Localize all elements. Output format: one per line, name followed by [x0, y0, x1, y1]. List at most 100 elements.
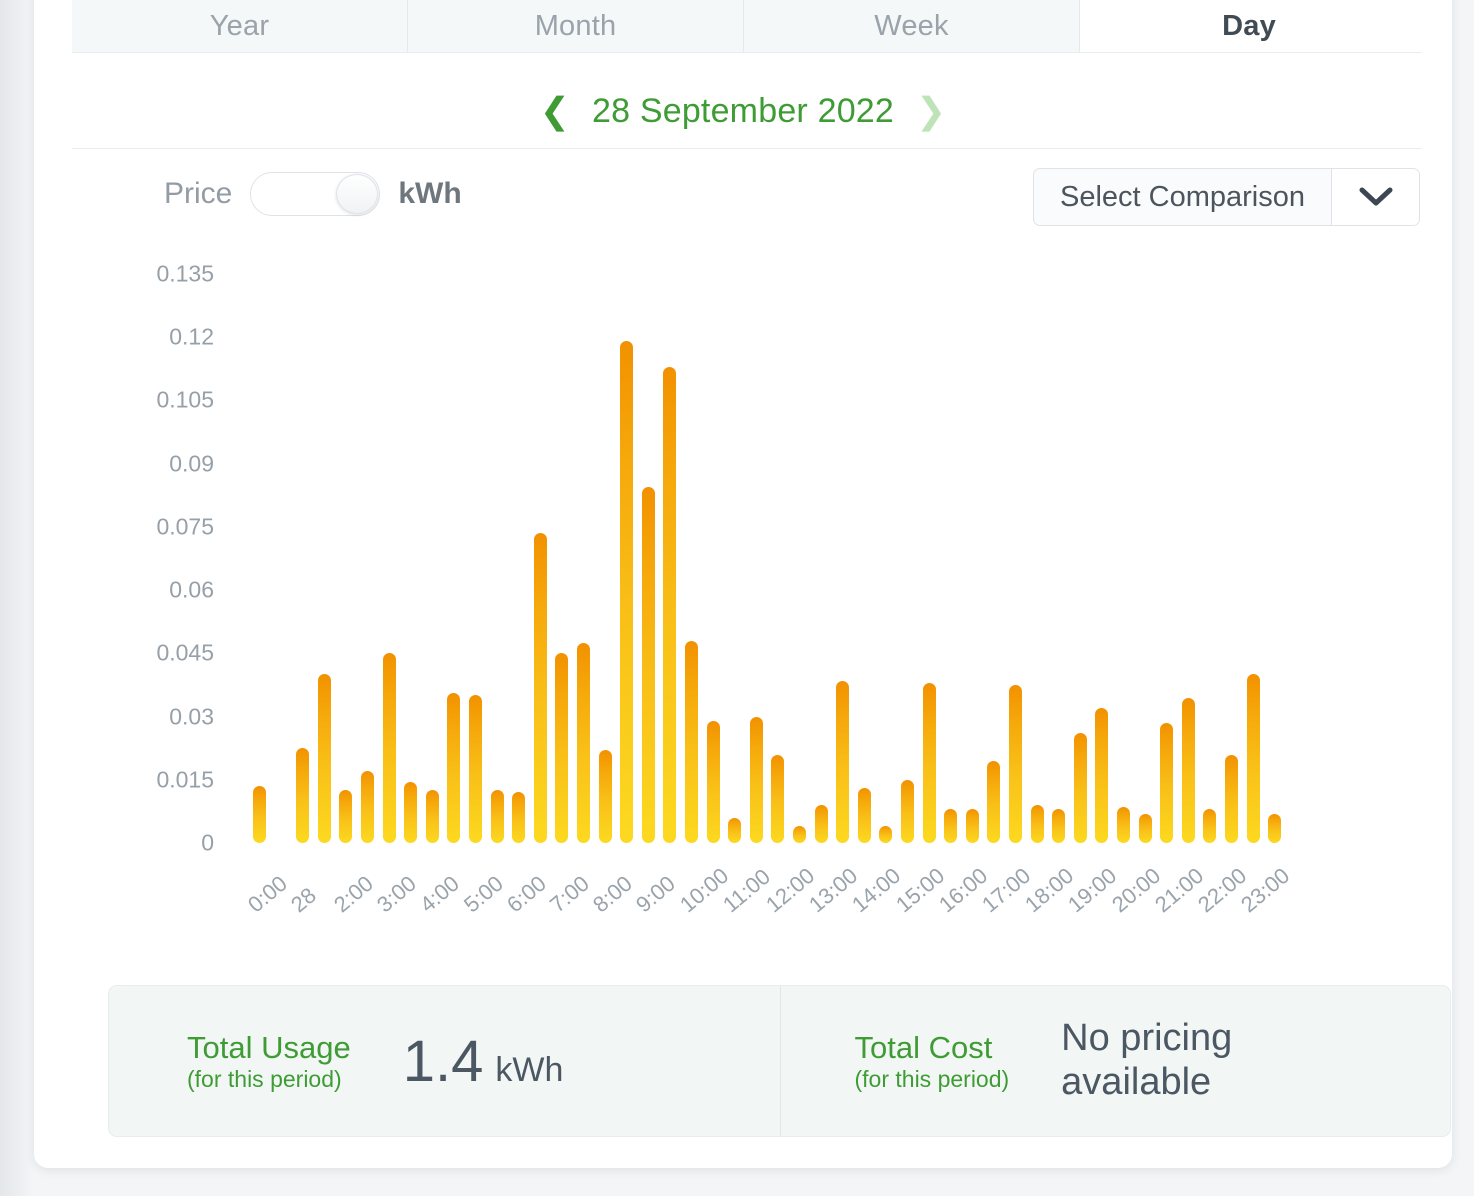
toggle-label-kwh: kWh [398, 177, 462, 210]
chart-bars [253, 274, 1313, 843]
chart-bar[interactable] [296, 748, 310, 843]
x-axis-tick: 17:00 [976, 862, 1036, 918]
y-axis-tick: 0.135 [156, 260, 214, 287]
chart-bar[interactable] [382, 653, 396, 843]
chart-bar[interactable] [879, 826, 893, 843]
x-axis-tick: 4:00 [415, 870, 465, 918]
total-usage-value: 1.4 [402, 1028, 484, 1094]
chart-x-axis: 0:00 28 2:00 3:00 4:00 5:00 6:00 7:00 8:00 9:00 10… [243, 850, 1353, 928]
chart-bar[interactable] [512, 792, 526, 843]
x-axis-tick: 11:00 [717, 863, 775, 918]
y-axis-tick: 0.09 [169, 450, 214, 477]
y-axis-tick: 0.015 [156, 766, 214, 793]
chart-bar[interactable] [922, 682, 936, 843]
tab-week[interactable]: Week [744, 0, 1080, 52]
chart-bar[interactable] [1030, 805, 1044, 843]
chart-controls: Price kWh Select Comparison [34, 168, 1452, 238]
x-axis-tick: 19:00 [1063, 862, 1122, 918]
total-usage-unit: kWh [495, 1050, 564, 1089]
chart-bar[interactable] [555, 653, 569, 843]
tab-month[interactable]: Month [408, 0, 744, 52]
y-axis-tick: 0.045 [156, 639, 214, 666]
x-axis-tick: 6:00 [501, 870, 551, 918]
chart-bar[interactable] [814, 805, 828, 843]
x-axis-tick: 16:00 [933, 862, 992, 918]
select-comparison-dropdown[interactable]: Select Comparison [1033, 168, 1420, 226]
chart-bar[interactable] [944, 809, 958, 843]
x-axis-tick: 14:00 [847, 862, 906, 918]
total-usage-caption: Total Usage (for this period) [187, 1030, 351, 1092]
chart-bar[interactable] [339, 790, 353, 843]
chart-bar[interactable] [1052, 809, 1066, 843]
chart-bar[interactable] [749, 716, 763, 843]
chart-bar[interactable] [490, 790, 504, 843]
chart-bar[interactable] [404, 781, 418, 843]
x-axis-tick: 12:00 [760, 862, 820, 918]
chevron-right-icon[interactable]: ❯ [916, 93, 946, 129]
chart-bar[interactable] [793, 826, 806, 843]
switch-knob [336, 174, 379, 214]
total-usage-value-group: 1.4 kWh [403, 1028, 564, 1095]
chart-bar[interactable] [1138, 813, 1152, 843]
tab-year[interactable]: Year [72, 0, 408, 52]
tab-year-label: Year [209, 9, 270, 42]
chart-bar[interactable] [1117, 807, 1130, 843]
chart-bar[interactable] [987, 760, 1001, 843]
toggle-label-price: Price [164, 177, 233, 210]
chart-bar[interactable] [253, 786, 266, 843]
chart-bar[interactable] [1095, 708, 1109, 843]
header-divider [72, 148, 1422, 149]
chart-bar[interactable] [1246, 674, 1260, 843]
chart-bar[interactable] [706, 720, 720, 843]
chart-bar[interactable] [533, 533, 547, 843]
chart-bar[interactable] [728, 817, 742, 843]
total-cost-subtitle: (for this period) [854, 1065, 1010, 1092]
tab-week-label: Week [874, 9, 949, 42]
chart-bar[interactable] [1268, 813, 1282, 843]
chart-bar[interactable] [469, 695, 482, 843]
chart-bar[interactable] [965, 809, 979, 843]
x-axis-tick: 2:00 [328, 870, 378, 918]
chart-bar[interactable] [1181, 697, 1195, 843]
total-usage-title: Total Usage [187, 1029, 351, 1065]
total-cost-caption: Total Cost (for this period) [855, 1030, 1010, 1092]
chart-bar[interactable] [1203, 809, 1217, 843]
chart-y-axis: 0.135 0.12 0.105 0.09 0.075 0.06 0.045 0.03 0.01… [104, 258, 214, 856]
chart-bar[interactable] [685, 640, 698, 843]
chart-bar[interactable] [317, 674, 331, 843]
x-axis-tick: 22:00 [1192, 862, 1252, 918]
chart-bar[interactable] [447, 693, 461, 843]
chart-bar[interactable] [641, 486, 655, 843]
chart-bar[interactable] [620, 341, 634, 843]
chart-plot-area [253, 274, 1313, 843]
total-usage-subtitle: (for this period) [187, 1065, 342, 1092]
x-axis-tick: 21:00 [1149, 862, 1208, 918]
chart-bar[interactable] [425, 790, 439, 843]
chart-bar[interactable] [836, 680, 850, 843]
chart-bar[interactable] [1160, 722, 1174, 843]
usage-chart: 0.135 0.12 0.105 0.09 0.075 0.06 0.045 0.03 0.01… [34, 258, 1452, 928]
chart-bar[interactable] [901, 779, 914, 843]
usage-card: Year Month Week Day ❮ 28 September 2022 … [34, 0, 1452, 1168]
chart-bar[interactable] [361, 771, 374, 843]
chart-bar[interactable] [1009, 684, 1022, 843]
price-kwh-switch[interactable] [250, 172, 381, 216]
chart-bar[interactable] [663, 366, 677, 843]
chart-bar[interactable] [857, 788, 871, 843]
chart-bar[interactable] [1073, 733, 1087, 843]
chart-bar[interactable] [1225, 754, 1238, 843]
chart-bar[interactable] [598, 750, 612, 843]
chevron-down-icon[interactable] [1331, 169, 1419, 225]
x-axis-tick: 7:00 [544, 870, 594, 918]
chart-bar[interactable] [771, 754, 785, 843]
chart-bar[interactable] [577, 642, 590, 843]
price-kwh-toggle-group: Price kWh [164, 172, 462, 216]
page-root: Year Month Week Day ❮ 28 September 2022 … [0, 0, 1474, 1196]
total-usage-cell: Total Usage (for this period) 1.4 kWh [109, 986, 780, 1136]
tab-month-label: Month [534, 9, 617, 42]
tab-day[interactable]: Day [1080, 0, 1418, 52]
chevron-left-icon[interactable]: ❮ [540, 93, 570, 129]
x-axis-tick: 9:00 [631, 870, 681, 918]
total-cost-value: No pricing available [1061, 1017, 1233, 1103]
period-tabbar: Year Month Week Day [72, 0, 1422, 53]
